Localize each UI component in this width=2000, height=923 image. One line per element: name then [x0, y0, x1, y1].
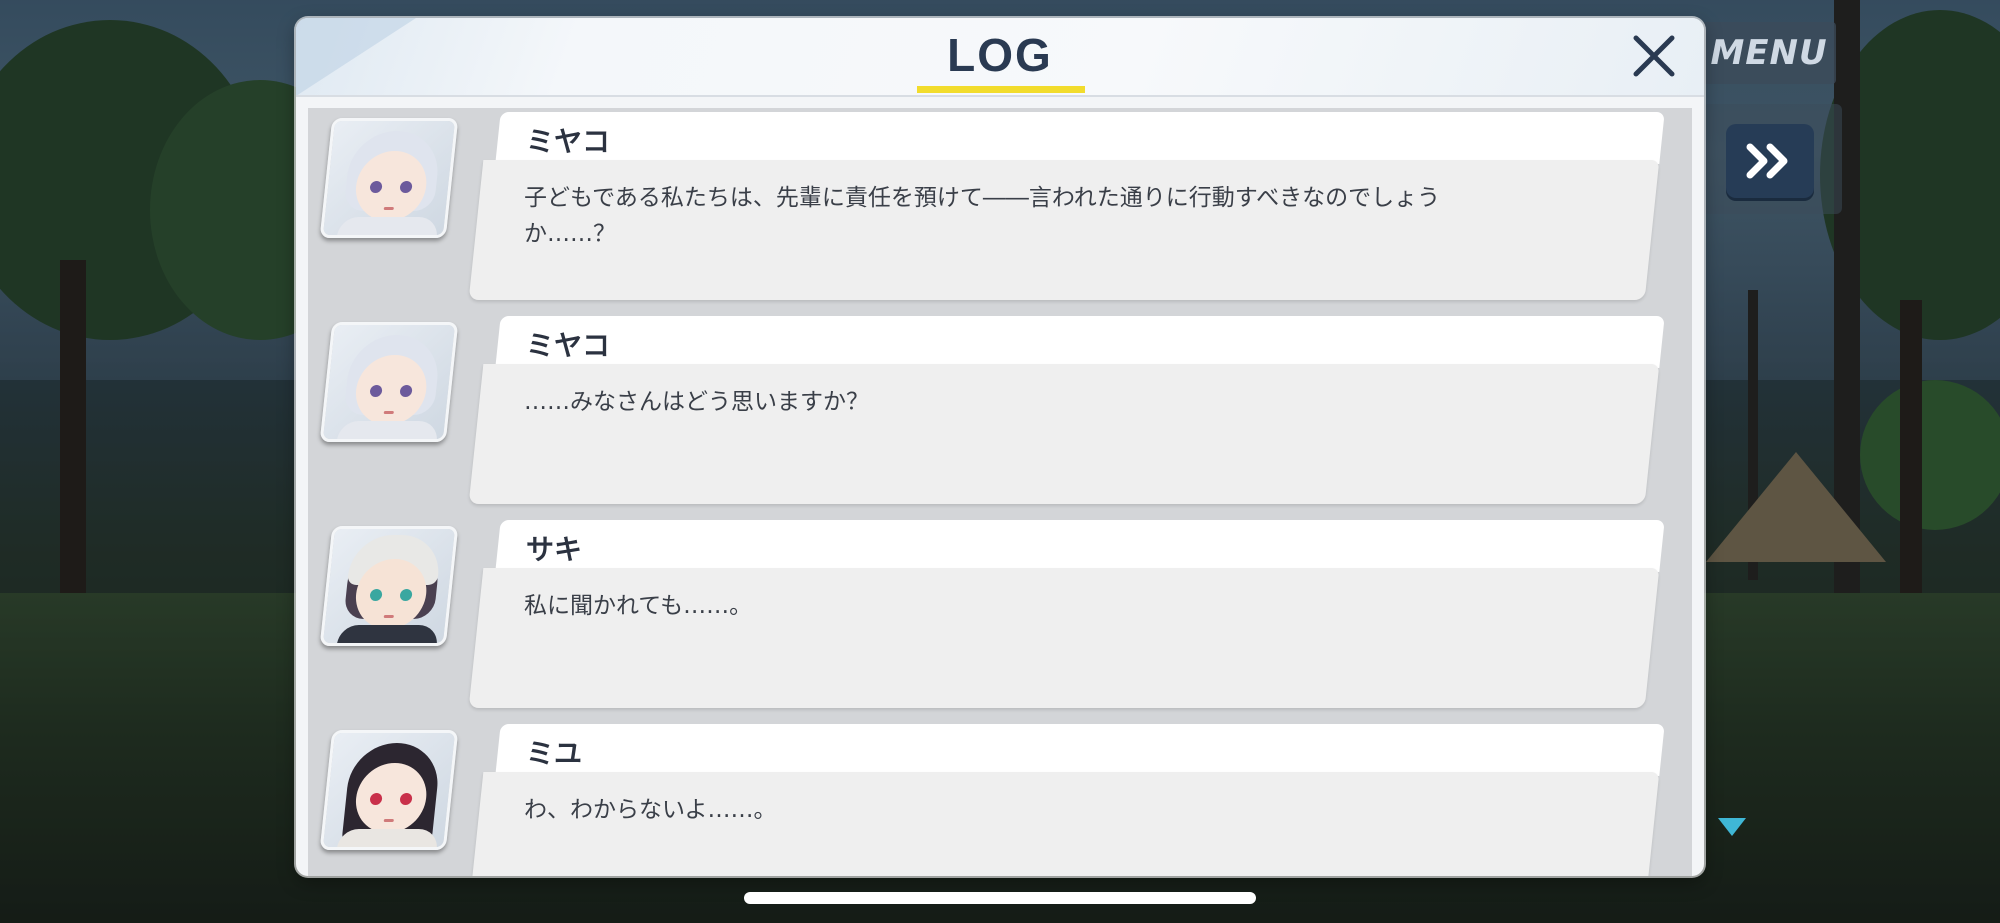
fast-forward-button[interactable]: [1726, 124, 1814, 198]
log-list[interactable]: ミヤコ 子どもである私たちは、先輩に責任を預けて――言われた通りに行動すべきなの…: [308, 108, 1692, 876]
speaker-name: ミヤコ: [526, 125, 611, 158]
log-entry: サキ 私に聞かれても……。: [308, 520, 1692, 710]
log-window: LOG ミヤコ 子どもである私たちは、先輩に責任を預けて――言われた通りに行動す…: [296, 18, 1704, 876]
speaker-name: ミユ: [526, 737, 583, 770]
log-entry: ミユ わ、わからないよ……。: [308, 724, 1692, 876]
close-button[interactable]: [1626, 28, 1682, 84]
scroll-down-icon[interactable]: [1718, 818, 1746, 836]
home-indicator[interactable]: [744, 892, 1256, 904]
miyu-portrait: [319, 730, 459, 850]
message-text: わ、わからないよ……。: [524, 797, 777, 823]
log-title: LOG: [947, 29, 1053, 81]
log-entry: ミヤコ 子どもである私たちは、先輩に責任を預けて――言われた通りに行動すべきなの…: [308, 112, 1692, 302]
miyako-portrait: [319, 118, 459, 238]
menu-button[interactable]: MENU: [1702, 22, 1836, 84]
log-entry: ミヤコ ……みなさんはどう思いますか？: [308, 316, 1692, 506]
saki-portrait: [319, 526, 459, 646]
title-underline: [917, 86, 1085, 93]
speaker-name: サキ: [526, 533, 583, 566]
log-header: LOG: [296, 18, 1704, 96]
fast-forward-icon: [1746, 143, 1788, 179]
message-text: 子どもである私たちは、先輩に責任を預けて――言われた通りに行動すべきなのでしょう…: [524, 185, 1441, 247]
message-text: ……みなさんはどう思いますか？: [524, 389, 869, 415]
header-divider: [296, 95, 1704, 97]
miyako-portrait: [319, 322, 459, 442]
message-text: 私に聞かれても……。: [524, 593, 753, 619]
speaker-name: ミヤコ: [526, 329, 611, 362]
close-icon: [1633, 35, 1675, 77]
